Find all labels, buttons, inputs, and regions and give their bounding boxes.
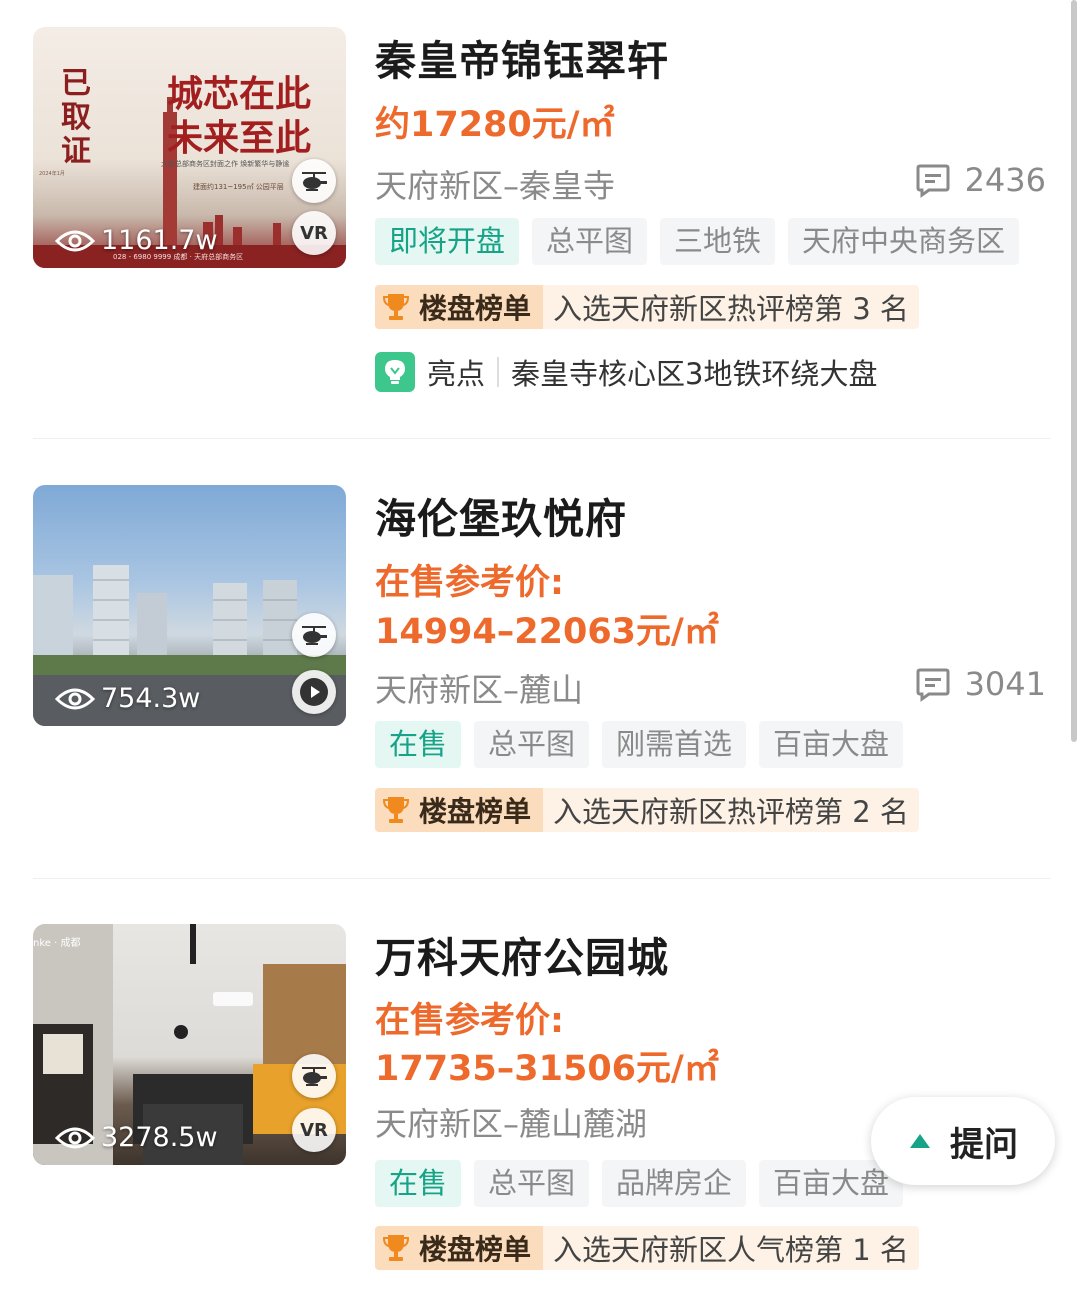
ranking-banner[interactable]: 楼盘榜单 入选天府新区人气榜第 1 名 [375, 1226, 919, 1270]
poster-subtitle: 大府总部商务区封面之作 焕新繁华与静谧 [161, 160, 290, 168]
eye-icon [55, 230, 95, 251]
ranking-banner[interactable]: 楼盘榜单 入选天府新区热评榜第 2 名 [375, 788, 919, 832]
comment-count-value: 2436 [964, 161, 1046, 199]
listing-thumbnail[interactable]: 2024年1月 已取证 城芯在此 未来至此 大府总部商务区封面之作 焕新繁华与静… [33, 27, 346, 268]
ranking-head-text: 楼盘榜单 [419, 1233, 532, 1266]
poster-sub-text: 2024年1月 [39, 170, 65, 177]
ranking-label: 楼盘榜单 [375, 788, 544, 832]
divider [33, 438, 1050, 439]
ranking-text: 入选天府新区热评榜第 3 名 [553, 292, 909, 326]
listing-title[interactable]: 秦皇帝锦钰翠轩 [375, 27, 669, 87]
separator [497, 357, 500, 387]
tag-site-plan[interactable]: 总平图 [474, 1160, 590, 1207]
panorama-button[interactable] [292, 159, 336, 203]
listing-price-label: 在售参考价: [375, 563, 564, 603]
triangle-up-icon [910, 1134, 930, 1148]
listing-thumbnail[interactable]: nke · 成都 3278.5w VR [33, 924, 346, 1165]
comment-icon [916, 668, 950, 702]
listing-price: 约17280元/㎡ [375, 105, 615, 145]
trophy-icon [383, 294, 409, 320]
tag-status: 即将开盘 [375, 218, 520, 265]
panorama-button[interactable] [292, 1054, 336, 1098]
panorama-button[interactable] [292, 613, 336, 657]
poster-badge-text: 已取证 [61, 66, 91, 169]
brand-watermark: nke · 成都 [33, 938, 81, 949]
listing-price: 14994–22063元/㎡ [375, 612, 719, 652]
tag-status: 在售 [375, 721, 462, 768]
ranking-head-text: 楼盘榜单 [419, 795, 532, 828]
helicopter-icon [302, 626, 327, 645]
tag-list: 在售 总平图 刚需首选 百亩大盘 [375, 721, 904, 768]
poster-headline-2: 未来至此 [167, 117, 312, 159]
lightbulb-icon [375, 352, 415, 392]
comment-icon [916, 164, 950, 198]
eye-icon [55, 688, 95, 709]
play-video-button[interactable] [292, 670, 336, 714]
divider [33, 878, 1050, 879]
eye-icon [55, 1127, 95, 1148]
ask-question-label: 提问 [950, 1124, 1018, 1165]
listing-thumbnail[interactable]: 754.3w [33, 485, 346, 726]
scrollbar[interactable] [1071, 0, 1077, 742]
tag: 刚需首选 [602, 721, 747, 768]
helicopter-icon [302, 172, 327, 191]
listing-price-label: 在售参考价: [375, 1001, 564, 1041]
comment-count-value: 3041 [964, 665, 1046, 703]
tag-site-plan[interactable]: 总平图 [532, 218, 648, 265]
poster-area: 建面约131~195㎡ 公园平层 [193, 183, 284, 191]
vr-button[interactable]: VR [292, 211, 336, 255]
ranking-head-text: 楼盘榜单 [419, 292, 532, 325]
highlight-label: 亮点 [427, 357, 486, 391]
tag: 百亩大盘 [759, 721, 904, 768]
view-count: 3278.5w [55, 1122, 218, 1153]
ranking-banner[interactable]: 楼盘榜单 入选天府新区热评榜第 3 名 [375, 285, 919, 329]
view-count-value: 754.3w [101, 683, 201, 714]
tag: 品牌房企 [602, 1160, 747, 1207]
listing-district: 天府新区–秦皇寺 [375, 167, 616, 205]
ranking-label: 楼盘榜单 [375, 285, 544, 329]
listing-title[interactable]: 万科天府公园城 [375, 924, 669, 984]
ranking-text: 入选天府新区热评榜第 2 名 [553, 795, 909, 829]
view-count: 1161.7w [55, 225, 218, 256]
comment-count[interactable]: 2436 [915, 161, 1046, 199]
highlight-text: 秦皇寺核心区3地铁环绕大盘 [511, 357, 878, 391]
trophy-icon [383, 1235, 409, 1261]
listing-card[interactable]: 754.3w 海伦堡玖悦府 在售参考价: 14994–22063元/㎡ 天府新区… [0, 485, 1080, 855]
ask-question-button[interactable]: 提问 [871, 1097, 1055, 1185]
vr-icon: VR [300, 222, 328, 244]
tag-site-plan[interactable]: 总平图 [474, 721, 590, 768]
trophy-icon [383, 797, 409, 823]
view-count-value: 3278.5w [101, 1122, 218, 1153]
tag-list: 即将开盘 总平图 三地铁 天府中央商务区 [375, 218, 1020, 265]
ranking-text: 入选天府新区人气榜第 1 名 [553, 1233, 909, 1267]
tag: 三地铁 [660, 218, 776, 265]
listing-card[interactable]: 2024年1月 已取证 城芯在此 未来至此 大府总部商务区封面之作 焕新繁华与静… [0, 27, 1080, 437]
tag: 天府中央商务区 [788, 218, 1020, 265]
tag-status: 在售 [375, 1160, 462, 1207]
vr-icon: VR [300, 1119, 328, 1141]
listing-price: 17735–31506元/㎡ [375, 1049, 719, 1089]
helicopter-icon [302, 1067, 327, 1086]
ranking-label: 楼盘榜单 [375, 1226, 544, 1270]
view-count-value: 1161.7w [101, 225, 218, 256]
vr-button[interactable]: VR [292, 1108, 336, 1152]
tag-list: 在售 总平图 品牌房企 百亩大盘 [375, 1160, 904, 1207]
play-icon [300, 678, 328, 706]
comment-count[interactable]: 3041 [915, 665, 1046, 703]
listing-district: 天府新区–麓山 [375, 671, 584, 709]
listing-title[interactable]: 海伦堡玖悦府 [375, 485, 627, 545]
highlight-row: 亮点 秦皇寺核心区3地铁环绕大盘 [375, 351, 877, 393]
listing-district: 天府新区–麓山麓湖 [375, 1105, 648, 1143]
view-count: 754.3w [55, 683, 200, 714]
